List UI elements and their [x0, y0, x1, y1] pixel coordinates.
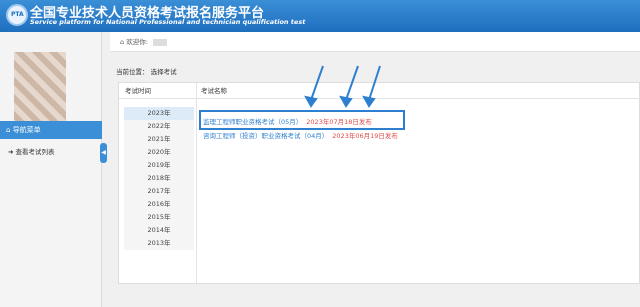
annotation-arrow-2 — [339, 65, 359, 108]
annotation-arrow-1 — [304, 65, 324, 108]
annotation-arrows — [304, 65, 381, 108]
annotation-arrow-3 — [362, 65, 381, 108]
